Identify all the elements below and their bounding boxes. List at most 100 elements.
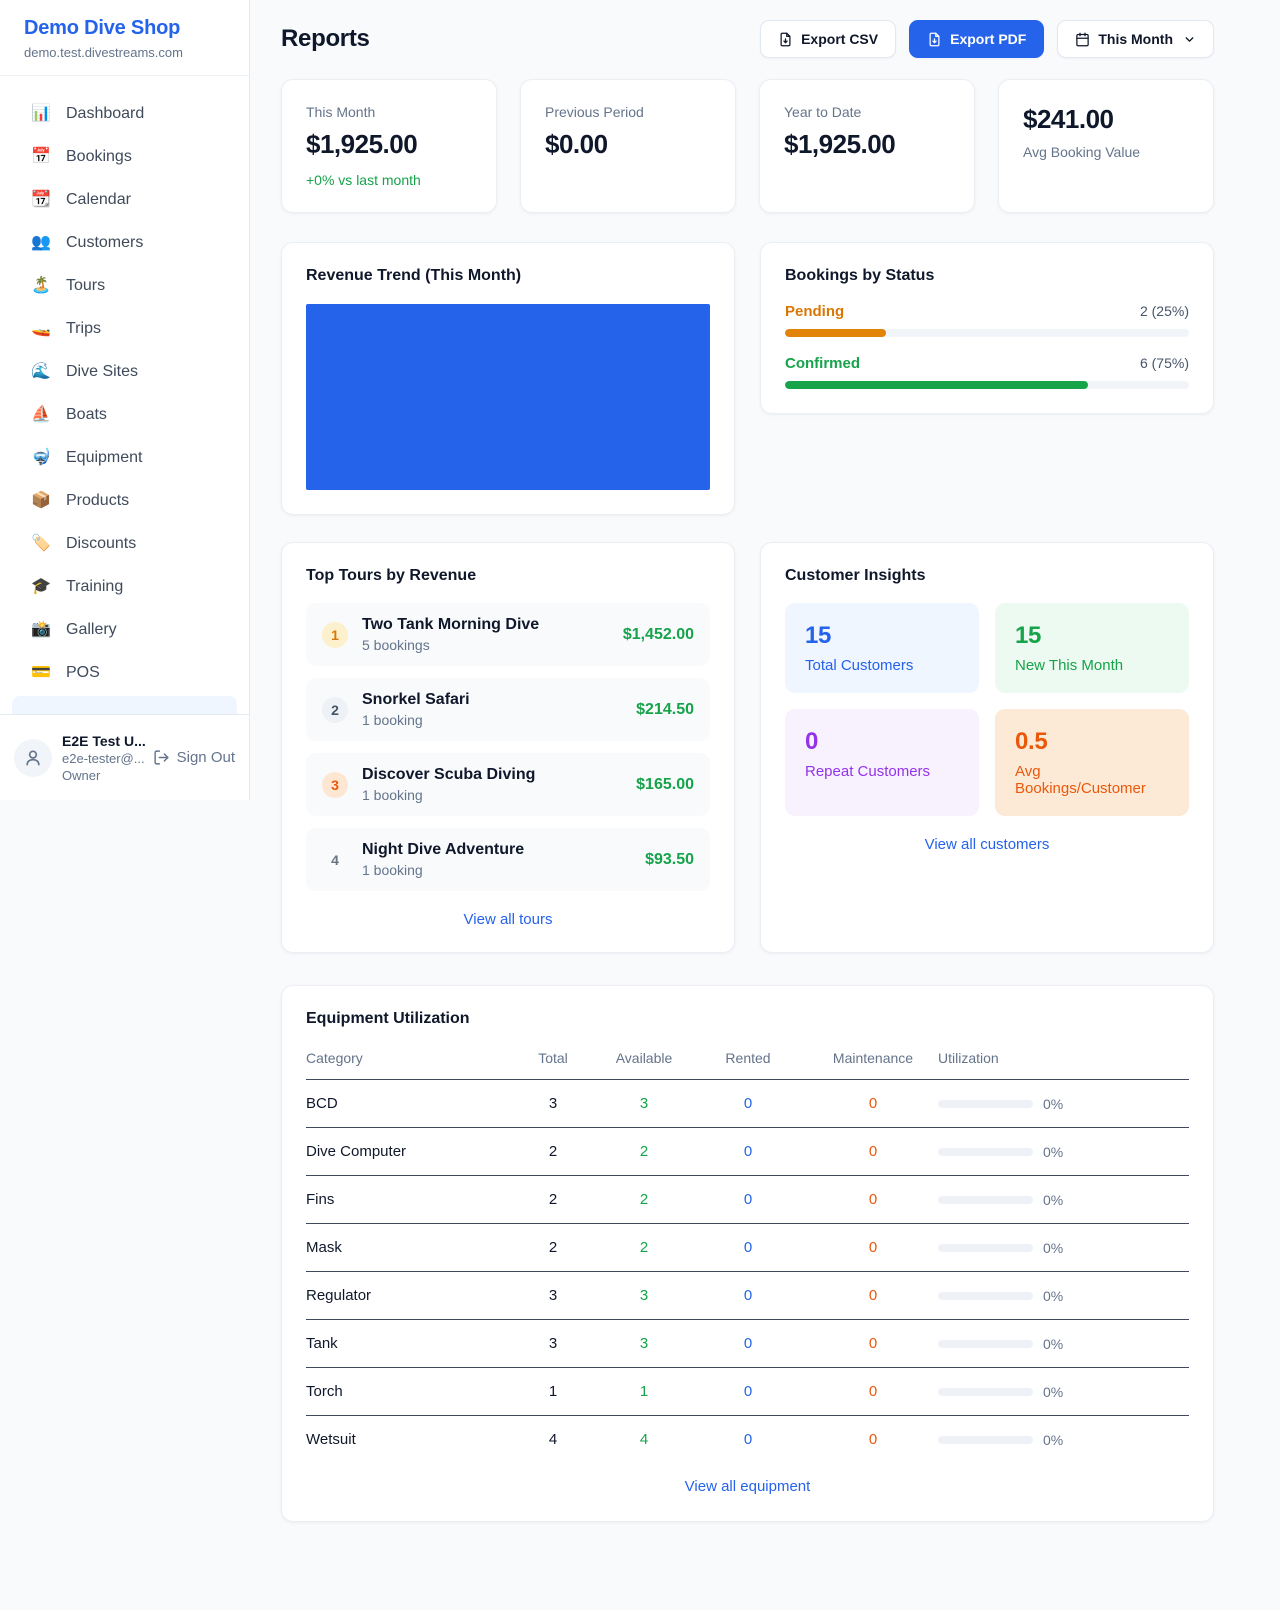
view-all-customers-link[interactable]: View all customers <box>785 836 1189 853</box>
equipment-row: BCD 3 3 0 0 0% <box>306 1080 1189 1128</box>
sidebar-item-label: Bookings <box>66 145 132 168</box>
tour-row: 3 Discover Scuba Diving 1 booking $165.0… <box>306 753 710 816</box>
equipment-maintenance: 0 <box>808 1128 938 1176</box>
sidebar-item-icon: 📆 <box>30 188 52 211</box>
stat-value: $1,925.00 <box>306 129 472 160</box>
calendar-icon <box>1075 32 1090 47</box>
sidebar-item-label: Training <box>66 575 123 598</box>
bookings-by-status-title: Bookings by Status <box>785 267 1189 285</box>
equipment-category: Torch <box>306 1368 506 1416</box>
sidebar-item[interactable]: 🏝️ Tours <box>12 264 237 307</box>
sidebar-item[interactable]: 📊 Dashboard <box>12 92 237 135</box>
tour-row: 4 Night Dive Adventure 1 booking $93.50 <box>306 828 710 891</box>
tour-bookings: 1 booking <box>362 712 622 728</box>
file-download-icon <box>778 32 793 47</box>
user-name: E2E Test U... <box>62 733 143 749</box>
tour-row: 2 Snorkel Safari 1 booking $214.50 <box>306 678 710 741</box>
tour-bookings: 1 booking <box>362 862 631 878</box>
sidebar-item[interactable]: 📦 Products <box>12 479 237 522</box>
sidebar-item-label: Discounts <box>66 532 136 555</box>
stat-card-this-month: This Month $1,925.00 +0% vs last month <box>281 79 497 213</box>
equipment-total: 3 <box>506 1080 600 1128</box>
sidebar-item[interactable]: 🤿 Equipment <box>12 436 237 479</box>
insights-row: Top Tours by Revenue 1 Two Tank Morning … <box>281 542 1214 953</box>
sidebar-item-active-partial[interactable] <box>12 696 237 714</box>
status-value: 2 (25%) <box>1140 303 1189 319</box>
equipment-total: 3 <box>506 1320 600 1368</box>
charts-row: Revenue Trend (This Month) Bookings by S… <box>281 242 1214 515</box>
view-all-tours-link[interactable]: View all tours <box>306 911 710 928</box>
equipment-category: Dive Computer <box>306 1128 506 1176</box>
sidebar-item-icon: 🎓 <box>30 575 52 598</box>
insight-value: 0 <box>805 728 959 756</box>
customer-insights-card: Customer Insights 15 Total Customers 15 … <box>760 542 1214 953</box>
status-progress-fill <box>785 381 1088 389</box>
stat-label: Avg Booking Value <box>1023 144 1189 160</box>
insight-value: 15 <box>1015 622 1169 650</box>
export-pdf-button[interactable]: Export PDF <box>909 20 1044 58</box>
insight-label: Avg Bookings/Customer <box>1015 763 1169 797</box>
sidebar-item[interactable]: 📸 Gallery <box>12 608 237 651</box>
export-csv-label: Export CSV <box>801 31 878 47</box>
revenue-trend-bar <box>306 304 710 490</box>
sidebar-item-icon: 🤿 <box>30 446 52 469</box>
equipment-total: 2 <box>506 1128 600 1176</box>
equipment-maintenance: 0 <box>808 1272 938 1320</box>
sidebar-item[interactable]: 👥 Customers <box>12 221 237 264</box>
tour-amount: $214.50 <box>636 701 694 719</box>
tour-row: 1 Two Tank Morning Dive 5 bookings $1,45… <box>306 603 710 666</box>
view-all-equipment-link[interactable]: View all equipment <box>306 1478 1189 1495</box>
sidebar-item[interactable]: 📅 Bookings <box>12 135 237 178</box>
insight-tile: 0.5 Avg Bookings/Customer <box>995 709 1189 816</box>
stat-value: $1,925.00 <box>784 129 950 160</box>
page-header: Reports Export CSV Export PDF This Month <box>281 20 1214 58</box>
utilization-cell: 0% <box>938 1432 1189 1448</box>
stat-label: This Month <box>306 104 472 120</box>
utilization-cell: 0% <box>938 1192 1189 1208</box>
sign-out-button[interactable]: Sign Out <box>153 749 235 766</box>
equipment-total: 1 <box>506 1368 600 1416</box>
equipment-available: 4 <box>600 1416 688 1459</box>
sidebar-item[interactable]: 🌊 Dive Sites <box>12 350 237 393</box>
sidebar-item-icon: 📅 <box>30 145 52 168</box>
equipment-available: 2 <box>600 1128 688 1176</box>
equipment-row: Torch 1 1 0 0 0% <box>306 1368 1189 1416</box>
header-actions: Export CSV Export PDF This Month <box>760 20 1214 58</box>
equipment-total: 2 <box>506 1224 600 1272</box>
equipment-category: Tank <box>306 1320 506 1368</box>
sidebar-item-label: Gallery <box>66 618 117 641</box>
stat-card-year-to-date: Year to Date $1,925.00 <box>759 79 975 213</box>
sidebar-item-icon: 🚤 <box>30 317 52 340</box>
export-csv-button[interactable]: Export CSV <box>760 20 896 58</box>
stats-row: This Month $1,925.00 +0% vs last month P… <box>281 79 1214 213</box>
insight-tile: 0 Repeat Customers <box>785 709 979 816</box>
period-dropdown[interactable]: This Month <box>1057 20 1214 58</box>
period-label: This Month <box>1098 31 1173 47</box>
status-row: Confirmed 6 (75%) <box>785 355 1189 389</box>
status-progress-track <box>785 381 1189 389</box>
utilization-cell: 0% <box>938 1384 1189 1400</box>
equipment-rented: 0 <box>688 1416 808 1459</box>
equipment-maintenance: 0 <box>808 1080 938 1128</box>
equipment-rented: 0 <box>688 1272 808 1320</box>
sidebar-item[interactable]: ⛵ Boats <box>12 393 237 436</box>
tour-bookings: 1 booking <box>362 787 622 803</box>
sidebar-item[interactable]: 📆 Calendar <box>12 178 237 221</box>
tour-name: Two Tank Morning Dive <box>362 616 609 634</box>
sidebar-item-label: POS <box>66 661 100 684</box>
sidebar-item-label: Calendar <box>66 188 131 211</box>
equipment-maintenance: 0 <box>808 1416 938 1459</box>
sidebar-item[interactable]: 🎓 Training <box>12 565 237 608</box>
sidebar-item[interactable]: 🏷️ Discounts <box>12 522 237 565</box>
sidebar-item-icon: 👥 <box>30 231 52 254</box>
equipment-row: Tank 3 3 0 0 0% <box>306 1320 1189 1368</box>
col-rented: Rented <box>688 1042 808 1080</box>
main-content: Reports Export CSV Export PDF This Month… <box>250 0 1280 1522</box>
utilization-progress-track <box>938 1340 1033 1348</box>
sidebar-item[interactable]: 🚤 Trips <box>12 307 237 350</box>
export-pdf-label: Export PDF <box>950 31 1026 47</box>
sidebar-item[interactable]: 💳 POS <box>12 651 237 694</box>
tour-meta: Two Tank Morning Dive 5 bookings <box>362 616 609 653</box>
equipment-table-header: Category Total Available Rented Maintena… <box>306 1042 1189 1080</box>
equipment-available: 3 <box>600 1320 688 1368</box>
